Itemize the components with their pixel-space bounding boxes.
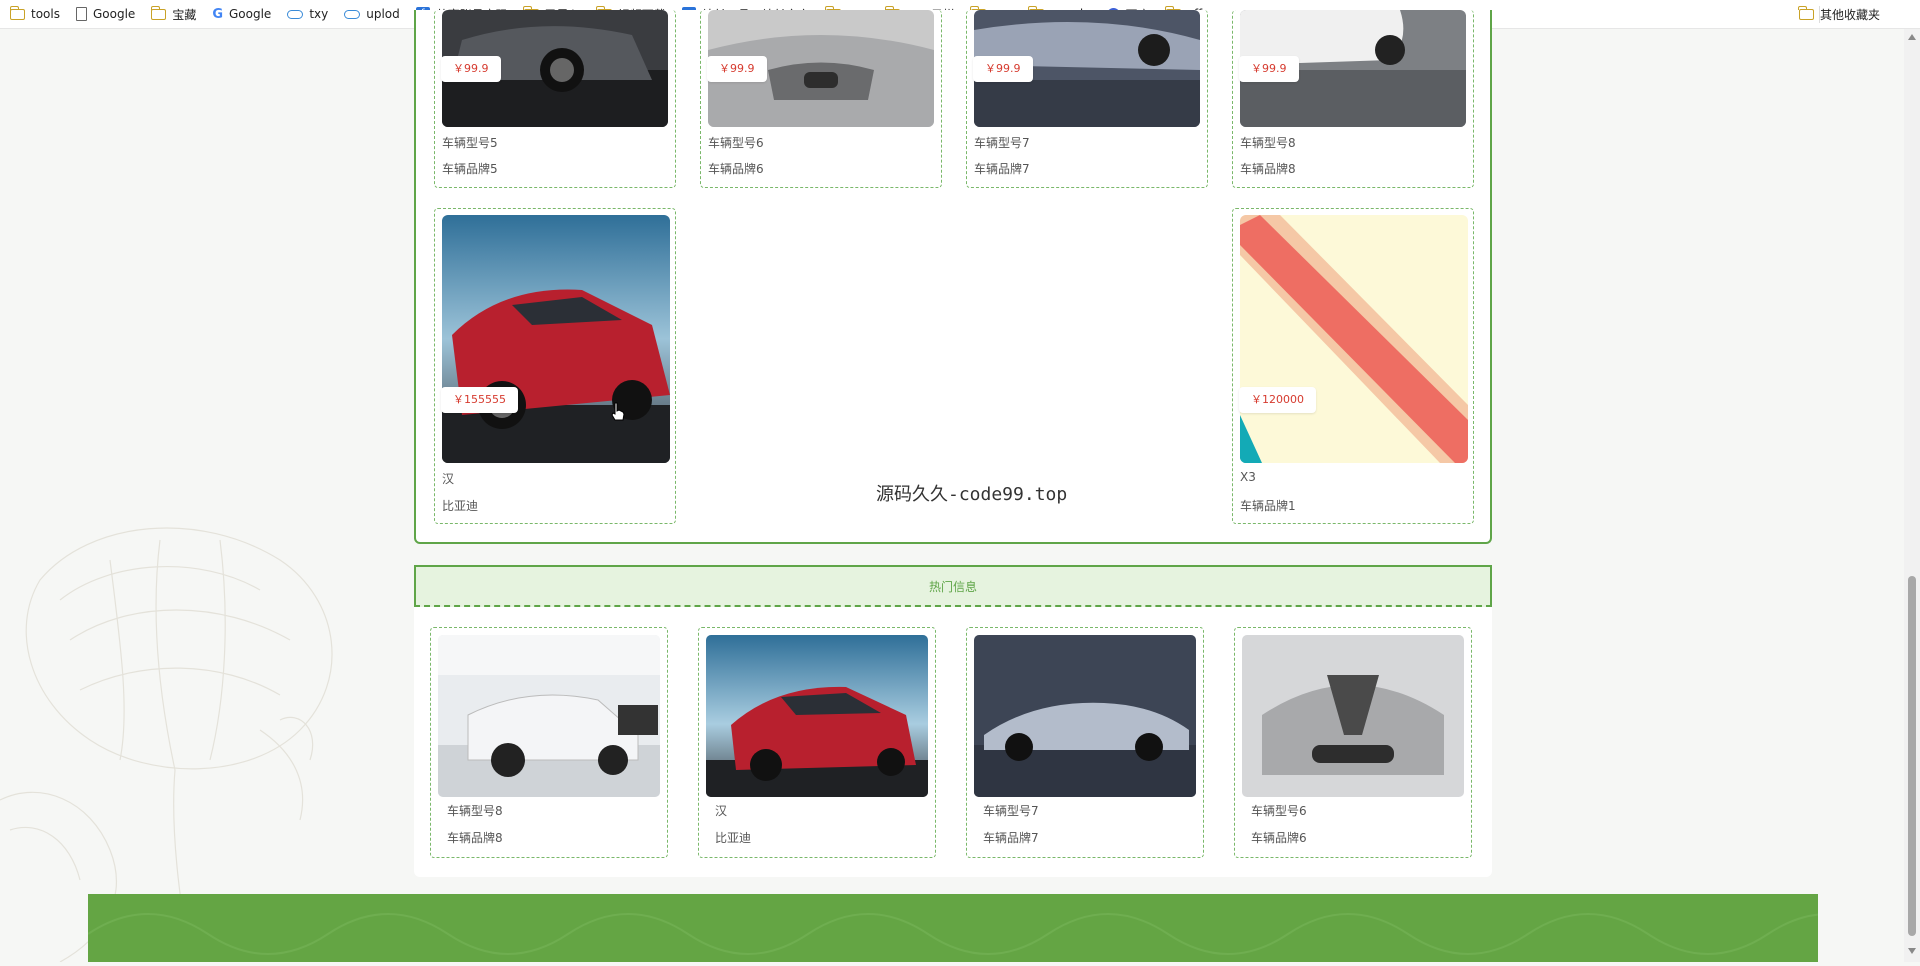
- scroll-down-arrow-icon[interactable]: [1908, 948, 1916, 954]
- page-icon: [75, 7, 87, 21]
- google-icon: G: [212, 6, 223, 22]
- car-brand: 车辆品牌7: [974, 162, 1030, 176]
- car-brand: 车辆品牌6: [708, 162, 764, 176]
- price-tag: ￥155555: [441, 387, 518, 413]
- car-brand: 车辆品牌1: [1240, 499, 1296, 513]
- folder-icon: [9, 5, 25, 20]
- bookmark-txy[interactable]: txy: [287, 7, 328, 21]
- car-model: 车辆型号7: [983, 804, 1039, 818]
- car-image: [1240, 215, 1468, 463]
- car-brand: 比亚迪: [715, 831, 752, 845]
- lotus-decoration: [0, 527, 333, 962]
- car-model: 汉: [442, 472, 455, 486]
- watermark-text: 源码久久-code99.top: [876, 484, 1068, 505]
- car-model: 汉: [715, 804, 728, 818]
- bookmark-google-page[interactable]: Google: [75, 7, 135, 21]
- car-model: X3: [1240, 470, 1256, 484]
- product-card[interactable]: ￥120000 X3 车辆品牌1: [1232, 208, 1474, 524]
- price-tag: ￥120000: [1239, 387, 1316, 413]
- hot-info-panel: 车辆型号8 车辆品牌8 汉 比亚迪 车辆型号7 车辆品牌7 车辆型号6 车辆品牌…: [414, 607, 1492, 877]
- folder-icon: [150, 5, 167, 20]
- hot-card[interactable]: 车辆型号6 车辆品牌6: [1234, 627, 1472, 858]
- product-card[interactable]: ￥99.9 车辆型号8 车辆品牌8: [1232, 10, 1474, 188]
- car-image: [706, 635, 928, 797]
- scroll-up-arrow-icon[interactable]: [1908, 34, 1916, 40]
- bookmark-baozang[interactable]: 宝藏: [150, 5, 196, 23]
- car-image: [438, 635, 660, 797]
- hot-info-title: 热门信息: [928, 579, 977, 594]
- car-brand: 车辆品牌8: [447, 831, 503, 845]
- hot-card[interactable]: 车辆型号7 车辆品牌7: [966, 627, 1204, 858]
- car-model: 车辆型号6: [1251, 804, 1307, 818]
- car-model: 车辆型号8: [1240, 136, 1296, 150]
- price-tag: ￥99.9: [1239, 56, 1299, 82]
- bookmark-uplod[interactable]: uplod: [344, 7, 400, 21]
- product-card[interactable]: ￥155555 汉 比亚迪: [434, 208, 676, 524]
- car-brand: 车辆品牌5: [442, 162, 498, 176]
- car-image: [442, 215, 670, 463]
- car-model: 车辆型号8: [447, 804, 503, 818]
- car-brand: 比亚迪: [442, 499, 479, 513]
- bookmark-tools[interactable]: tools: [9, 5, 60, 21]
- cloud-icon: [344, 9, 361, 19]
- folder-icon: [1798, 6, 1814, 20]
- hot-info-header: 热门信息: [414, 565, 1492, 607]
- car-model: 车辆型号5: [442, 136, 498, 150]
- product-card[interactable]: ￥99.9 车辆型号6 车辆品牌6: [700, 10, 942, 188]
- footer: [87, 894, 1889, 962]
- car-brand: 车辆品牌6: [1251, 831, 1307, 845]
- scrollbar-thumb[interactable]: [1908, 576, 1916, 936]
- car-model: 车辆型号7: [974, 136, 1030, 150]
- car-image: [1242, 635, 1464, 797]
- product-card[interactable]: ￥99.9 车辆型号5 车辆品牌5: [434, 10, 676, 188]
- hand-cursor-icon: [611, 402, 625, 421]
- bookmark-other-favorites[interactable]: 其他收藏夹: [1798, 0, 1880, 29]
- car-brand: 车辆品牌8: [1240, 162, 1296, 176]
- price-tag: ￥99.9: [707, 56, 767, 82]
- product-card[interactable]: ￥99.9 车辆型号7 车辆品牌7: [966, 10, 1208, 188]
- car-image: [974, 635, 1196, 797]
- price-tag: ￥99.9: [441, 56, 501, 82]
- bookmark-google[interactable]: G Google: [212, 7, 271, 22]
- hot-card[interactable]: 车辆型号8 车辆品牌8: [430, 627, 668, 858]
- car-model: 车辆型号6: [708, 136, 764, 150]
- car-brand: 车辆品牌7: [983, 831, 1039, 845]
- hot-card[interactable]: 汉 比亚迪: [698, 627, 936, 858]
- cloud-icon: [287, 9, 304, 19]
- price-tag: ￥99.9: [973, 56, 1033, 82]
- footer-pattern: [87, 913, 1889, 955]
- product-panel: ￥99.9 车辆型号5 车辆品牌5 ￥99.9 车辆型号6 车辆品牌6 ￥99.…: [414, 10, 1492, 544]
